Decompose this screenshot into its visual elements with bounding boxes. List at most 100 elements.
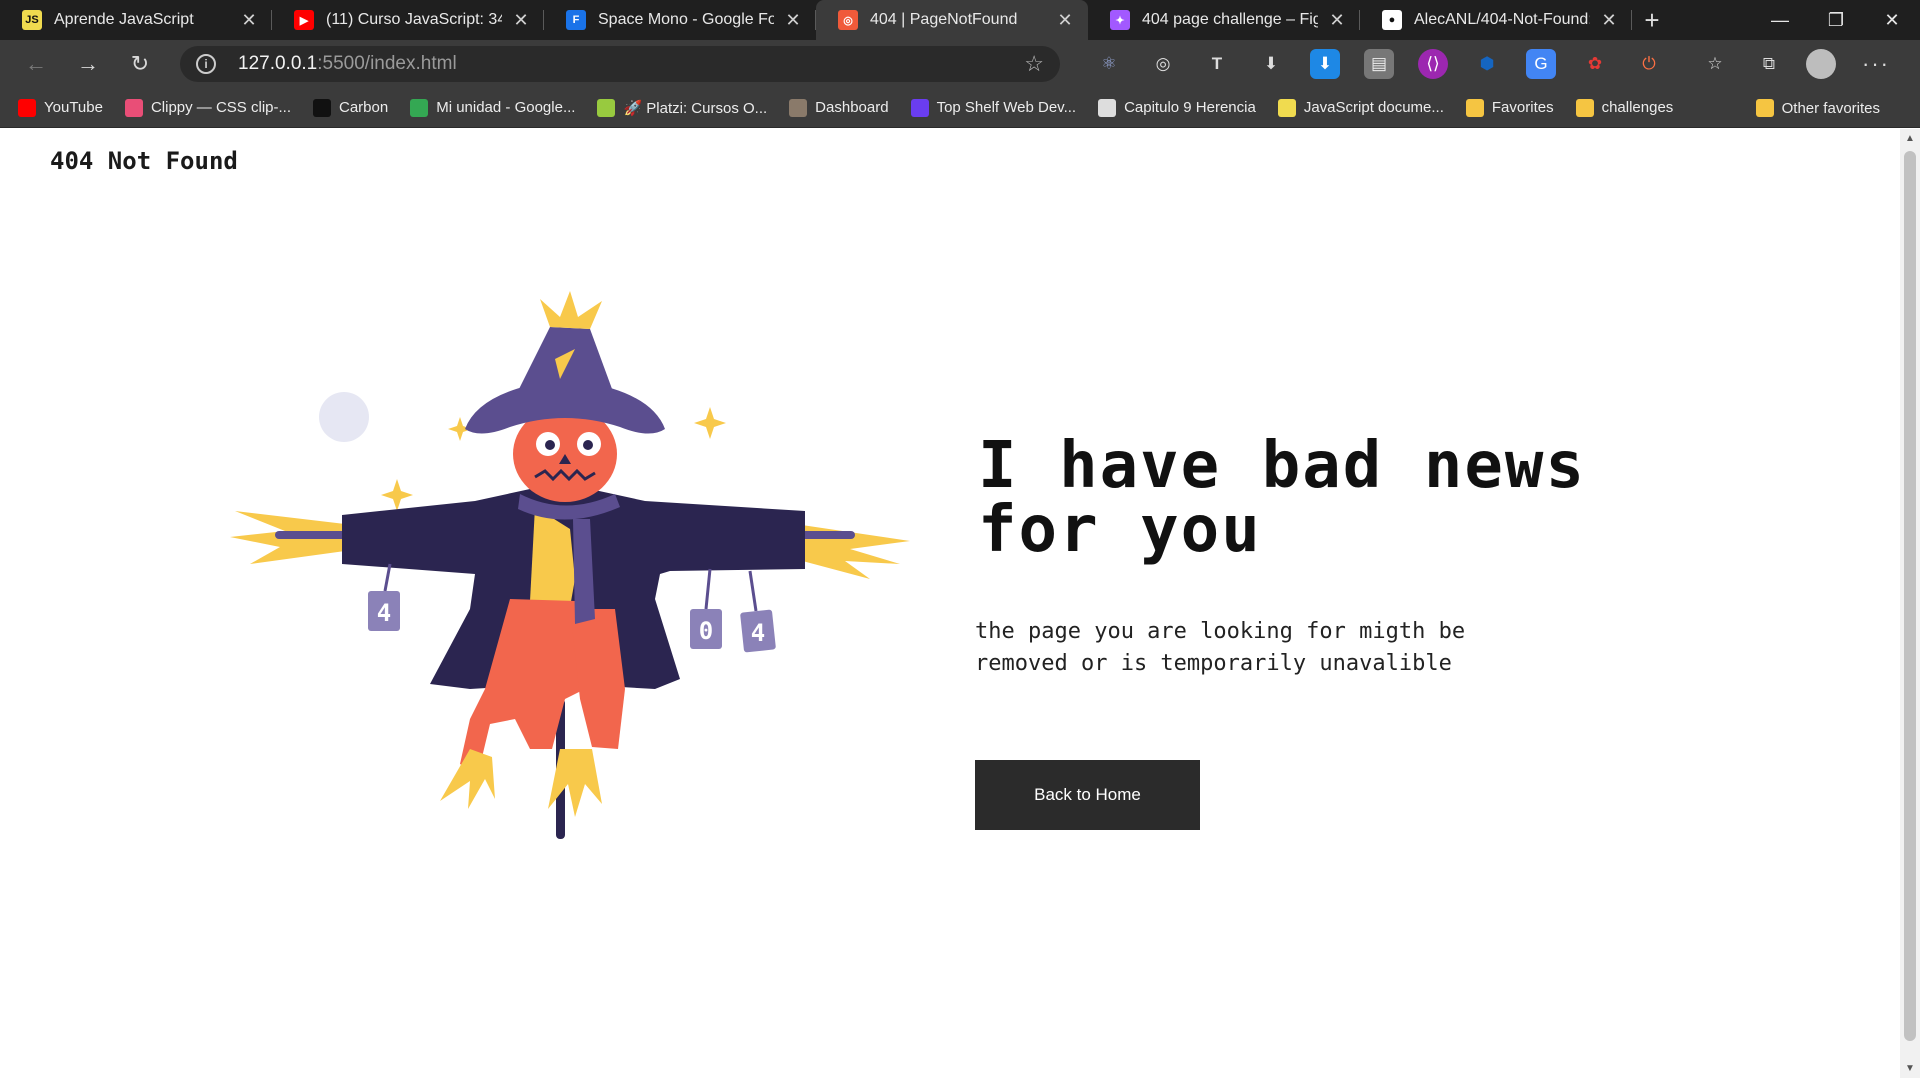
site-logo[interactable]: 404 Not Found: [50, 147, 238, 175]
folder-icon: [1465, 98, 1484, 117]
scrollbar-thumb[interactable]: [1904, 151, 1916, 1041]
platzi-icon: [597, 98, 616, 117]
scroll-down-arrow-icon[interactable]: ▼: [1900, 1063, 1920, 1074]
document-icon: [1098, 98, 1117, 117]
translate-extension-icon[interactable]: G: [1526, 49, 1556, 79]
bookmark-label: YouTube: [44, 99, 103, 116]
browser-tab[interactable]: JS Aprende JavaScript ✕: [0, 0, 272, 40]
other-favorites[interactable]: Other favorites: [1755, 88, 1880, 128]
browser-tab[interactable]: ✦ 404 page challenge – Figma ✕: [1088, 0, 1360, 40]
bookmarks-bar: YouTube Clippy — CSS clip-... Carbon Mi uni…: [0, 88, 1920, 128]
browser-tab[interactable]: ◎ 404 | PageNotFound ✕: [816, 0, 1088, 40]
font-extension-icon[interactable]: T: [1202, 49, 1232, 79]
profile-avatar[interactable]: [1806, 49, 1836, 79]
tab-close-icon[interactable]: ✕: [1054, 10, 1076, 31]
bookmark-item[interactable]: Dashboard: [789, 98, 889, 117]
tab-title: Aprende JavaScript: [54, 11, 194, 28]
close-window-button[interactable]: ✕: [1864, 0, 1920, 40]
scroll-up-arrow-icon[interactable]: ▲: [1900, 133, 1920, 144]
browser-tab[interactable]: ▶ (11) Curso JavaScript: 34. Ejer ✕: [272, 0, 544, 40]
youtube-icon: ▶: [294, 10, 314, 30]
description-text: the page you are looking for migth be re…: [975, 619, 1466, 676]
folder-icon: [1755, 99, 1774, 117]
back-button[interactable]: ←: [10, 44, 62, 84]
tab-title: (11) Curso JavaScript: 34. Ejer: [326, 11, 502, 28]
tab-close-icon[interactable]: ✕: [510, 10, 532, 31]
page-icon: ◎: [838, 10, 858, 30]
bookmark-item[interactable]: Favorites: [1465, 98, 1554, 117]
back-to-home-button[interactable]: Back to Home: [975, 760, 1200, 830]
browser-tab[interactable]: ● AlecANL/404-Not-Found: th ✕: [1360, 0, 1632, 40]
favorites-list-icon[interactable]: ☆: [1700, 49, 1730, 79]
bookmark-label: Top Shelf Web Dev...: [936, 99, 1077, 116]
bookmark-item[interactable]: Carbon: [313, 98, 389, 117]
github-icon: ●: [1382, 10, 1402, 30]
sign-mid-digit: 0: [699, 617, 713, 645]
new-tab-button[interactable]: +: [1632, 0, 1672, 40]
bookmark-item[interactable]: Capitulo 9 Herencia: [1098, 98, 1256, 117]
bookmark-label: challenges: [1601, 99, 1674, 116]
address-bar[interactable]: i 127.0.0.1:5500/index.html ☆: [180, 46, 1060, 82]
sign-left-digit: 4: [377, 599, 391, 627]
tab-close-icon[interactable]: ✕: [782, 10, 804, 31]
reader-extension-icon[interactable]: ▤: [1364, 49, 1394, 79]
headline: I have bad news for you: [978, 429, 1586, 567]
reload-button[interactable]: ↻: [114, 44, 166, 84]
javascript-icon: JS: [22, 10, 42, 30]
tab-close-icon[interactable]: ✕: [1598, 10, 1620, 31]
target-extension-icon[interactable]: ◎: [1148, 49, 1178, 79]
minimize-button[interactable]: —: [1752, 0, 1808, 40]
bookmark-item[interactable]: 🚀 Platzi: Cursos O...: [597, 98, 768, 117]
tab-title: AlecANL/404-Not-Found: th: [1414, 11, 1590, 28]
download-extension-icon[interactable]: ⬇: [1256, 49, 1286, 79]
bookmark-label: Clippy — CSS clip-...: [150, 99, 291, 116]
extensions-row: ⚛ ◎ T ⬇ ⬇ ▤ ⟨⟩ ⬢ G ✿ ⏻ ☆ ⧉ ···: [1082, 49, 1890, 79]
tab-title: 404 | PageNotFound: [870, 11, 1018, 28]
tab-close-icon[interactable]: ✕: [1326, 10, 1348, 31]
javascript-icon: [1277, 98, 1296, 117]
figma-icon: ✦: [1110, 10, 1130, 30]
bookmark-label: 🚀 Platzi: Cursos O...: [623, 99, 768, 117]
bookmark-label: Carbon: [339, 99, 389, 116]
bookmark-label: Favorites: [1491, 99, 1554, 116]
topshelf-icon: [910, 98, 929, 117]
tab-separator: [1631, 10, 1632, 30]
google-drive-icon: [410, 98, 429, 117]
bookmark-item[interactable]: Mi unidad - Google...: [410, 98, 576, 117]
bookmark-item[interactable]: challenges: [1575, 98, 1674, 117]
bookmark-label: JavaScript docume...: [1303, 99, 1444, 116]
devtools-extension-icon[interactable]: ⟨⟩: [1418, 49, 1448, 79]
bookmark-label: Mi unidad - Google...: [436, 99, 576, 116]
forward-button[interactable]: →: [62, 44, 114, 84]
browser-tab[interactable]: F Space Mono - Google Fonts ✕: [544, 0, 816, 40]
color-picker-icon[interactable]: ✿: [1580, 49, 1610, 79]
folder-icon: [1575, 98, 1594, 117]
other-favorites-label: Other favorites: [1781, 99, 1880, 117]
collections-icon[interactable]: ⧉: [1754, 49, 1784, 79]
moon: [319, 392, 369, 442]
bookmark-item[interactable]: Clippy — CSS clip-...: [124, 98, 291, 117]
restore-button[interactable]: ❐: [1808, 0, 1864, 40]
react-devtools-icon[interactable]: ⚛: [1094, 49, 1124, 79]
hexagon-extension-icon[interactable]: ⬢: [1472, 49, 1502, 79]
url-host: 127.0.0.1: [238, 53, 318, 74]
site-info-icon[interactable]: i: [196, 54, 216, 74]
bookmark-star-icon[interactable]: ☆: [1024, 51, 1044, 77]
tab-close-icon[interactable]: ✕: [238, 10, 260, 31]
youtube-icon: [18, 98, 36, 117]
sign-right-digit: 4: [751, 619, 765, 647]
tab-title: Space Mono - Google Fonts: [598, 11, 774, 28]
bookmark-item[interactable]: JavaScript docume...: [1277, 98, 1444, 117]
window-controls: — ❐ ✕: [1752, 0, 1920, 40]
save-extension-icon[interactable]: ⬇: [1310, 49, 1340, 79]
bookmark-item[interactable]: Top Shelf Web Dev...: [910, 98, 1077, 117]
power-extension-icon[interactable]: ⏻: [1634, 49, 1664, 79]
clippy-icon: [124, 98, 143, 117]
browser-toolbar: ← → ↻ i 127.0.0.1:5500/index.html ☆ ⚛ ◎ …: [0, 40, 1920, 88]
vertical-scrollbar[interactable]: ▲ ▼: [1900, 129, 1920, 1078]
bookmark-item[interactable]: YouTube: [18, 98, 103, 117]
tab-title: 404 page challenge – Figma: [1142, 11, 1318, 28]
scarecrow-illustration: 4 0 4: [230, 291, 910, 839]
bookmark-label: Capitulo 9 Herencia: [1124, 99, 1256, 116]
more-menu-icon[interactable]: ···: [1862, 51, 1890, 77]
